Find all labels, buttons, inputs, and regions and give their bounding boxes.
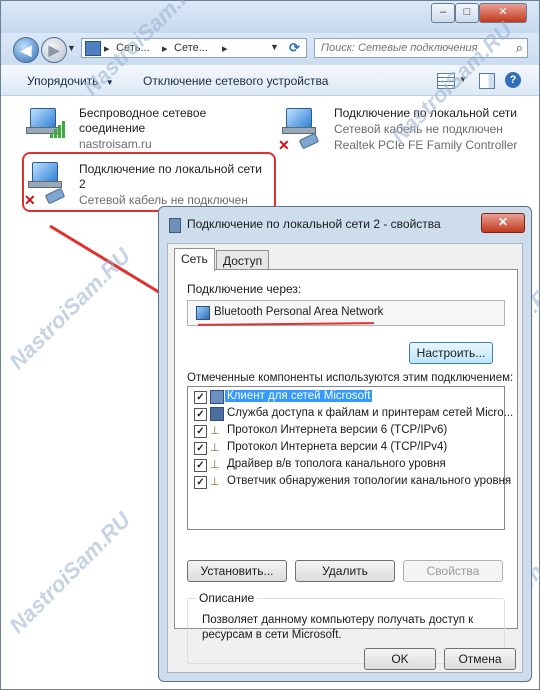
breadcrumb-separator: ▸ xyxy=(104,43,110,55)
tab-sharing[interactable]: Доступ xyxy=(216,250,270,271)
component-checkbox[interactable]: ✓ xyxy=(194,391,207,404)
adapter-name: Bluetooth Personal Area Network xyxy=(214,306,384,318)
disconnected-x-icon: ✕ xyxy=(24,192,36,208)
bluetooth-adapter-icon xyxy=(196,306,210,320)
back-button[interactable]: ◀ xyxy=(13,37,39,63)
breadcrumb-separator: ▸ xyxy=(162,43,168,55)
component-checkbox[interactable]: ✓ xyxy=(194,408,207,421)
connection-name-line2: 2 xyxy=(79,177,86,191)
components-list[interactable]: ✓ Клиент для сетей Microsoft ✓ Служба до… xyxy=(187,386,513,530)
connection-name: Подключение по локальной сети xyxy=(334,106,517,120)
list-item[interactable]: ✓ ⊥ Ответчик обнаружения топологии канал… xyxy=(192,474,511,491)
address-dropdown-icon[interactable]: ▼ xyxy=(270,42,279,52)
connection-name-line2: соединение xyxy=(79,121,146,135)
dialog-body: Сеть Доступ Подключение через: Bluetooth… xyxy=(167,243,523,673)
adapter-field: Bluetooth Personal Area Network xyxy=(187,300,505,326)
address-input[interactable]: ▸ Сеть... ▸ Сете... ▸ ▼ xyxy=(81,38,307,58)
chevron-down-icon: ▼ xyxy=(105,78,114,87)
maximize-button[interactable]: □ xyxy=(455,3,479,23)
search-field[interactable]: ⌕ xyxy=(314,38,528,58)
list-item[interactable]: ✓ Клиент для сетей Microsoft xyxy=(192,389,500,406)
forward-button[interactable]: ▶ xyxy=(41,37,67,63)
protocol-icon: ⊥ xyxy=(210,442,220,454)
remove-button[interactable]: Удалить xyxy=(295,560,395,582)
install-button[interactable]: Установить... xyxy=(187,560,287,582)
connection-name: Беспроводное сетевое xyxy=(79,106,207,120)
disconnect-device-button[interactable]: Отключение сетевого устройства xyxy=(143,74,328,88)
recent-pages-chevron-icon[interactable]: ▼ xyxy=(67,43,76,53)
minimize-button[interactable]: – xyxy=(431,3,455,23)
tab-network[interactable]: Сеть xyxy=(174,248,215,271)
breadcrumb-item-center[interactable]: Сете... xyxy=(174,42,208,54)
properties-dialog: Подключение по локальной сети 2 - свойст… xyxy=(158,206,532,682)
list-item[interactable]: ✓ Служба доступа к файлам и принтерам се… xyxy=(192,406,513,423)
component-label: Протокол Интернета версии 6 (TCP/IPv6) xyxy=(227,424,448,436)
signal-bars-icon xyxy=(50,118,70,138)
network-tab-page: Подключение через: Bluetooth Personal Ar… xyxy=(174,269,518,664)
protocol-icon: ⊥ xyxy=(210,459,220,471)
description-text: Позволяет данному компьютеру получать до… xyxy=(202,614,474,641)
component-checkbox[interactable]: ✓ xyxy=(194,459,207,472)
computer-icon xyxy=(282,108,316,134)
list-item[interactable]: ✓ ⊥ Протокол Интернета версии 4 (TCP/IPv… xyxy=(192,440,500,457)
connection-name: Подключение по локальной сети xyxy=(79,162,262,176)
protocol-icon: ⊥ xyxy=(210,476,220,488)
breadcrumb-separator: ▸ xyxy=(222,43,228,55)
component-label: Служба доступа к файлам и принтерам сете… xyxy=(227,407,514,419)
protocol-icon: ⊥ xyxy=(210,425,220,437)
cancel-button[interactable]: Отмена xyxy=(444,648,516,670)
organize-button[interactable]: Упорядочить ▼ xyxy=(27,74,114,88)
title-bar: – □ ✕ xyxy=(1,1,539,33)
connection-status: Сетевой кабель не подключен xyxy=(334,122,503,136)
configure-button[interactable]: Настроить... xyxy=(409,342,493,364)
connect-via-label: Подключение через: xyxy=(187,282,302,296)
command-bar: Упорядочить ▼ Отключение сетевого устрой… xyxy=(1,65,539,96)
component-label: Протокол Интернета версии 4 (TCP/IPv4) xyxy=(227,441,448,453)
ok-button[interactable]: OK xyxy=(364,648,436,670)
disconnected-x-icon: ✕ xyxy=(278,137,290,153)
address-bar: ◀ ▶ ▼ ▸ Сеть... ▸ Сете... ▸ ▼ ⟳ ⌕ xyxy=(1,33,539,65)
red-underline xyxy=(197,322,375,326)
components-label: Отмеченные компоненты используются этим … xyxy=(187,372,514,384)
component-checkbox[interactable]: ✓ xyxy=(194,476,207,489)
help-icon[interactable]: ? xyxy=(505,72,521,88)
network-adapter-icon xyxy=(169,218,181,233)
description-title: Описание xyxy=(196,591,258,605)
network-client-icon xyxy=(210,390,224,404)
search-input[interactable] xyxy=(319,41,503,55)
component-label: Ответчик обнаружения топологии канальног… xyxy=(227,475,512,487)
component-label: Драйвер в/в тополога канального уровня xyxy=(227,458,446,470)
close-button[interactable]: ✕ xyxy=(479,3,527,23)
properties-button[interactable]: Свойства xyxy=(403,560,503,582)
connection-device: Realtek PCIe FE Family Controller xyxy=(334,138,518,152)
component-checkbox[interactable]: ✓ xyxy=(194,425,207,438)
list-item[interactable]: ✓ ⊥ Протокол Интернета версии 6 (TCP/IPv… xyxy=(192,423,500,440)
connection-status: nastroisam.ru xyxy=(79,137,152,151)
component-label: Клиент для сетей Microsoft xyxy=(225,390,373,402)
organize-label: Упорядочить xyxy=(27,74,99,88)
dialog-close-button[interactable]: ✕ xyxy=(481,213,525,233)
component-checkbox[interactable]: ✓ xyxy=(194,442,207,455)
refresh-icon[interactable]: ⟳ xyxy=(289,41,303,55)
view-dropdown-icon[interactable]: ▼ xyxy=(459,75,467,84)
preview-pane-icon[interactable] xyxy=(479,73,495,89)
dialog-title: Подключение по локальной сети 2 - свойст… xyxy=(187,217,441,231)
change-view-icon[interactable] xyxy=(437,73,455,89)
network-folder-icon xyxy=(85,41,101,56)
connection-status: Сетевой кабель не подключен xyxy=(79,193,248,207)
computer-icon xyxy=(28,162,62,188)
list-item[interactable]: ✓ ⊥ Драйвер в/в тополога канального уров… xyxy=(192,457,500,474)
breadcrumb-item-network[interactable]: Сеть... xyxy=(116,42,150,54)
file-printer-sharing-icon xyxy=(210,407,224,421)
search-icon[interactable]: ⌕ xyxy=(516,40,523,56)
